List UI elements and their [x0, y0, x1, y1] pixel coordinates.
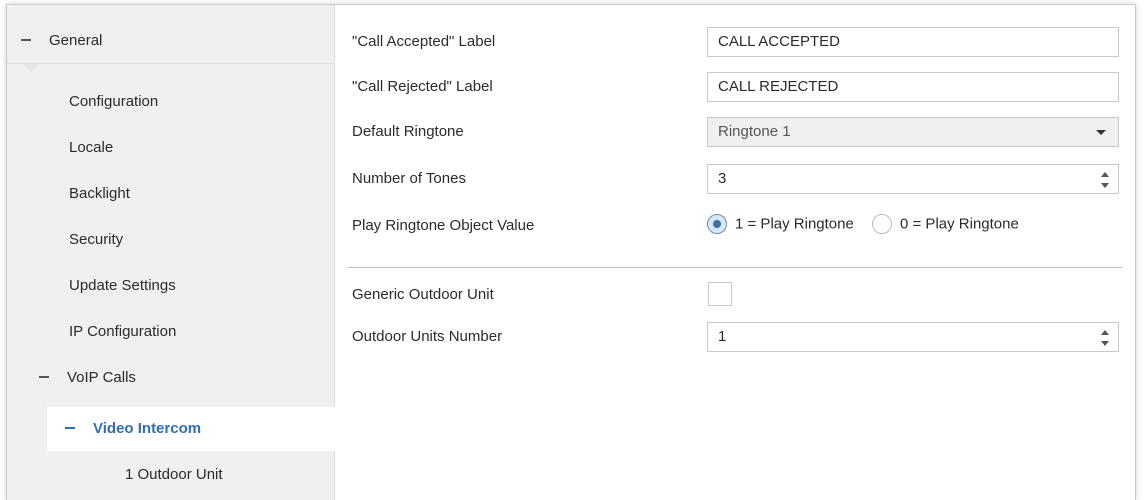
spin-up-icon[interactable] — [1101, 330, 1109, 335]
generic-outdoor-label: Generic Outdoor Unit — [352, 286, 494, 303]
number-of-tones-label: Number of Tones — [352, 170, 466, 187]
main-panel: "Call Accepted" Label CALL ACCEPTED "Cal… — [336, 5, 1135, 500]
spin-down-icon[interactable] — [1101, 341, 1109, 346]
outdoor-units-value: 1 — [718, 328, 727, 345]
default-ringtone-value: Ringtone 1 — [718, 123, 791, 140]
sidebar-item-label: General — [49, 32, 103, 49]
generic-outdoor-checkbox[interactable] — [708, 282, 732, 306]
notch-icon — [23, 64, 39, 72]
radio-option-1[interactable]: 1 = Play Ringtone — [707, 214, 854, 234]
call-accepted-value: CALL ACCEPTED — [718, 33, 840, 50]
sidebar-item-outdoor-unit[interactable]: 1 Outdoor Unit — [125, 459, 223, 491]
sidebar-item-general[interactable]: General — [21, 25, 102, 57]
default-ringtone-select[interactable]: Ringtone 1 — [707, 117, 1119, 147]
call-accepted-label: "Call Accepted" Label — [352, 33, 496, 50]
collapse-dash-icon — [21, 39, 31, 42]
call-rejected-value: CALL REJECTED — [718, 78, 839, 95]
spin-buttons[interactable] — [1100, 329, 1110, 347]
sidebar-item-video-intercom[interactable]: Video Intercom — [65, 413, 201, 445]
dropdown-caret-icon — [1096, 130, 1106, 135]
window: General Configuration Locale Backlight S… — [6, 4, 1136, 500]
spin-down-icon[interactable] — [1101, 183, 1109, 188]
call-rejected-input[interactable]: CALL REJECTED — [707, 72, 1119, 102]
sidebar-item-label: VoIP Calls — [67, 369, 136, 386]
radio-option-2-label: 0 = Play Ringtone — [900, 215, 1019, 233]
outdoor-units-stepper[interactable]: 1 — [707, 322, 1119, 352]
radio-option-1-label: 1 = Play Ringtone — [735, 215, 854, 233]
outdoor-units-label: Outdoor Units Number — [352, 328, 503, 345]
sidebar-item-configuration[interactable]: Configuration — [69, 86, 158, 118]
number-of-tones-value: 3 — [718, 170, 727, 187]
collapse-dash-icon — [65, 427, 75, 430]
section-divider — [348, 267, 1122, 268]
sidebar-item-label: Video Intercom — [93, 420, 202, 437]
sidebar-item-locale[interactable]: Locale — [69, 132, 113, 164]
call-rejected-label: "Call Rejected" Label — [352, 78, 493, 95]
radio-selected-icon[interactable] — [707, 214, 727, 234]
call-accepted-input[interactable]: CALL ACCEPTED — [707, 27, 1119, 57]
default-ringtone-label: Default Ringtone — [352, 123, 464, 140]
number-of-tones-stepper[interactable]: 3 — [707, 164, 1119, 194]
sidebar-item-voip-calls[interactable]: VoIP Calls — [39, 362, 136, 394]
play-ringtone-radio-group: 1 = Play Ringtone 0 = Play Ringtone — [707, 214, 1019, 238]
sidebar-item-backlight[interactable]: Backlight — [69, 178, 130, 210]
radio-option-2[interactable]: 0 = Play Ringtone — [872, 214, 1019, 234]
sidebar-item-update-settings[interactable]: Update Settings — [69, 270, 176, 302]
play-ringtone-label: Play Ringtone Object Value — [352, 217, 535, 234]
radio-unselected-icon[interactable] — [872, 214, 892, 234]
sidebar-item-security[interactable]: Security — [69, 224, 123, 256]
spin-up-icon[interactable] — [1101, 172, 1109, 177]
sidebar-item-ip-configuration[interactable]: IP Configuration — [69, 316, 176, 348]
spin-buttons[interactable] — [1100, 171, 1110, 189]
sidebar: General Configuration Locale Backlight S… — [7, 5, 336, 500]
collapse-dash-icon — [39, 376, 49, 379]
sidebar-separator — [7, 63, 335, 64]
